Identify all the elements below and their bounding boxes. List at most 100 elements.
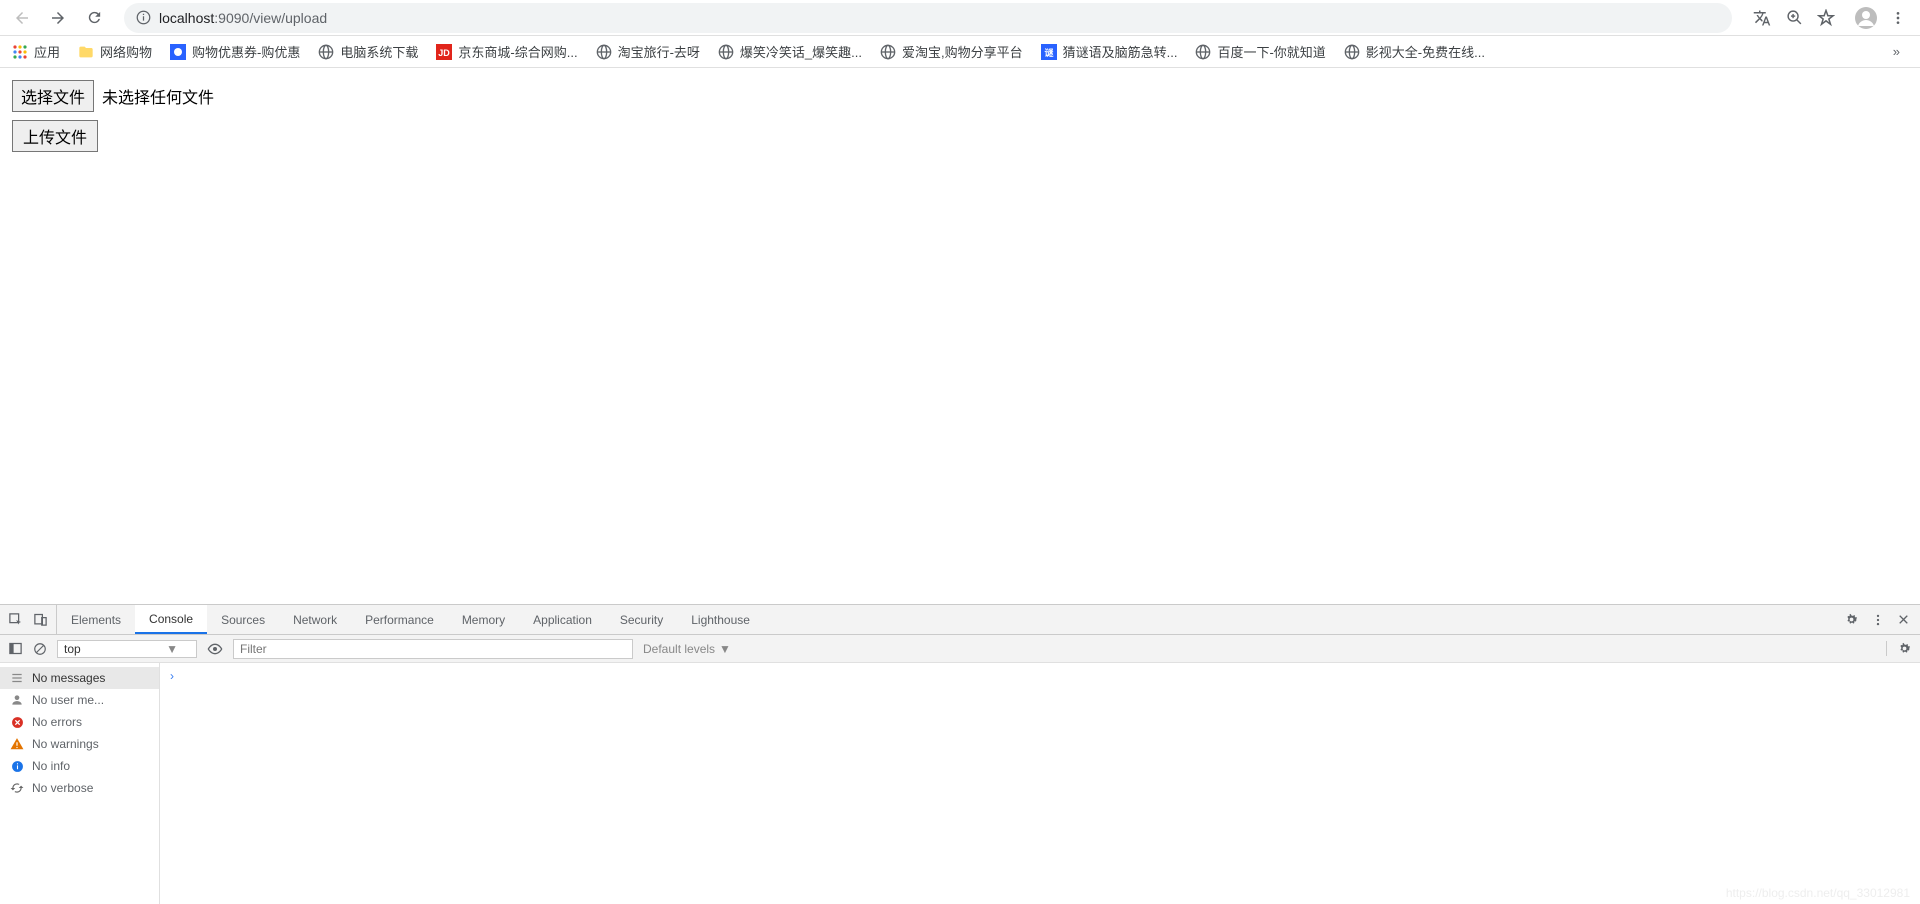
console-output[interactable]: › https://blog.csdn.net/qq_33012981 — [160, 663, 1920, 904]
bookmark-label: 购物优惠券-购优惠 — [192, 42, 300, 61]
bookmark-item[interactable]: 影视大全-免费在线... — [1344, 42, 1485, 61]
bookmark-label: 淘宝旅行-去呀 — [618, 42, 700, 61]
devtools-tab-elements[interactable]: Elements — [57, 605, 135, 634]
reload-icon — [86, 9, 103, 26]
devtools-more-icon[interactable] — [1871, 613, 1885, 627]
inspect-icon[interactable] — [8, 612, 23, 627]
bookmark-icon — [1195, 44, 1211, 60]
devtools-tab-security[interactable]: Security — [606, 605, 677, 634]
apps-shortcut[interactable]: 应用 — [12, 42, 60, 61]
bookmark-label: 电脑系统下载 — [340, 42, 418, 61]
filter-input[interactable] — [233, 639, 633, 659]
bookmarks-overflow[interactable]: » — [1885, 44, 1908, 59]
bookmark-label: 百度一下-你就知道 — [1217, 42, 1325, 61]
bookmark-item[interactable]: 爱淘宝,购物分享平台 — [880, 42, 1023, 61]
file-status-text: 未选择任何文件 — [102, 84, 214, 108]
arrow-right-icon — [49, 9, 67, 27]
console-filter-label: No user me... — [32, 693, 104, 707]
console-filter-warn[interactable]: No warnings — [0, 733, 159, 755]
bookmark-icon — [596, 44, 612, 60]
bookmark-item[interactable]: 购物优惠券-购优惠 — [170, 42, 300, 61]
list-icon — [10, 671, 24, 685]
console-body: No messages No user me... No errors No warn… — [0, 663, 1920, 904]
console-filter-label: No messages — [32, 671, 105, 685]
choose-file-button[interactable]: 选择文件 — [12, 80, 94, 112]
console-filter-label: No info — [32, 759, 70, 773]
bookmark-item[interactable]: JD 京东商城-综合网购... — [436, 42, 577, 61]
bookmarks-bar: 应用 网络购物 购物优惠券-购优惠 电脑系统下载 JD 京东商城-综合网购... 淘宝旅行… — [0, 36, 1920, 68]
apps-icon — [12, 44, 28, 60]
devtools-tab-sources[interactable]: Sources — [207, 605, 279, 634]
file-input-row: 选择文件 未选择任何文件 — [12, 80, 1908, 112]
bookmark-label: 猜谜语及脑筋急转... — [1063, 42, 1178, 61]
bookmark-label: 影视大全-免费在线... — [1366, 42, 1485, 61]
bookmark-item[interactable]: 淘宝旅行-去呀 — [596, 42, 700, 61]
translate-icon[interactable] — [1748, 4, 1776, 32]
devtools-tab-network[interactable]: Network — [279, 605, 351, 634]
back-button[interactable] — [8, 4, 36, 32]
svg-text:JD: JD — [439, 48, 451, 58]
console-sidebar: No messages No user me... No errors No warn… — [0, 663, 160, 904]
bookmark-item[interactable]: 爆笑冷笑话_爆笑趣... — [718, 42, 862, 61]
devtools-close-icon[interactable] — [1897, 613, 1910, 626]
devtools-tab-memory[interactable]: Memory — [448, 605, 519, 634]
address-bar[interactable]: localhost:9090/view/upload — [124, 3, 1732, 33]
log-levels-selector[interactable]: Default levels ▼ — [643, 642, 731, 656]
browser-toolbar: localhost:9090/view/upload — [0, 0, 1920, 36]
devtools-tab-performance[interactable]: Performance — [351, 605, 448, 634]
reload-button[interactable] — [80, 4, 108, 32]
watermark-text: https://blog.csdn.net/qq_33012981 — [1726, 886, 1910, 900]
devtools-settings-icon[interactable] — [1844, 612, 1859, 627]
arrow-left-icon — [13, 9, 31, 27]
bookmark-icon — [78, 44, 94, 60]
user-icon — [10, 693, 24, 707]
console-filter-error[interactable]: No errors — [0, 711, 159, 733]
devtools-tab-lighthouse[interactable]: Lighthouse — [677, 605, 764, 634]
zoom-icon[interactable] — [1780, 4, 1808, 32]
context-selector[interactable]: top ▼ — [57, 640, 197, 658]
info-icon — [10, 760, 24, 773]
svg-text:谜: 谜 — [1044, 47, 1054, 58]
console-filter-label: No errors — [32, 715, 82, 729]
menu-icon[interactable] — [1884, 4, 1912, 32]
bookmark-icon — [718, 44, 734, 60]
upload-button[interactable]: 上传文件 — [12, 120, 98, 152]
star-icon[interactable] — [1812, 4, 1840, 32]
bookmark-label: 京东商城-综合网购... — [458, 42, 577, 61]
live-expression-icon[interactable] — [207, 641, 223, 657]
bookmark-icon: JD — [436, 44, 452, 60]
caret-down-icon: ▼ — [719, 642, 731, 656]
bookmark-item[interactable]: 谜猜谜语及脑筋急转... — [1041, 42, 1178, 61]
profile-icon[interactable] — [1852, 4, 1880, 32]
bookmark-label: 爱淘宝,购物分享平台 — [902, 42, 1023, 61]
page-content: 选择文件 未选择任何文件 上传文件 — [0, 68, 1920, 604]
console-prompt-icon: › — [170, 669, 174, 683]
bookmark-label: 爆笑冷笑话_爆笑趣... — [740, 42, 862, 61]
console-filter-info[interactable]: No info — [0, 755, 159, 777]
bookmark-label: 网络购物 — [100, 42, 152, 61]
device-toggle-icon[interactable] — [33, 612, 48, 627]
devtools-tab-console[interactable]: Console — [135, 605, 207, 634]
caret-down-icon: ▼ — [166, 642, 178, 656]
clear-console-icon[interactable] — [33, 642, 47, 656]
toolbar-right — [1748, 4, 1912, 32]
console-filter-verbose[interactable]: No verbose — [0, 777, 159, 799]
bookmark-item[interactable]: 电脑系统下载 — [318, 42, 418, 61]
console-filter-list[interactable]: No messages — [0, 667, 159, 689]
bookmark-icon — [1344, 44, 1360, 60]
error-icon — [10, 716, 24, 729]
console-filter-label: No verbose — [32, 781, 93, 795]
site-info-icon[interactable] — [136, 10, 151, 25]
console-filter-label: No warnings — [32, 737, 99, 751]
console-settings-icon[interactable] — [1886, 641, 1912, 656]
console-filter-user[interactable]: No user me... — [0, 689, 159, 711]
sidebar-toggle-icon[interactable] — [8, 641, 23, 656]
bookmark-icon — [318, 44, 334, 60]
devtools-tab-application[interactable]: Application — [519, 605, 606, 634]
console-toolbar: top ▼ Default levels ▼ — [0, 635, 1920, 663]
forward-button[interactable] — [44, 4, 72, 32]
devtools-tabs: ElementsConsoleSourcesNetworkPerformance… — [0, 605, 1920, 635]
bookmark-item[interactable]: 百度一下-你就知道 — [1195, 42, 1325, 61]
bookmark-icon — [880, 44, 896, 60]
bookmark-item[interactable]: 网络购物 — [78, 42, 152, 61]
